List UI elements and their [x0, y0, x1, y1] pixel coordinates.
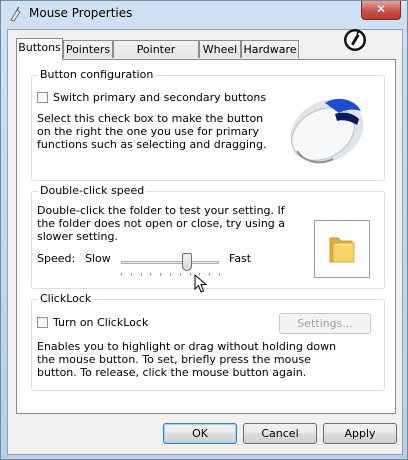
ok-button[interactable]: OK [163, 423, 237, 444]
clicklock-settings-button[interactable]: Settings... [279, 313, 371, 334]
slider-tick [170, 273, 171, 276]
double-click-description: Double-click the folder to test your set… [37, 204, 286, 243]
slow-label: Slow [85, 252, 111, 265]
button-config-description: Select this check box to make the button… [37, 112, 267, 151]
cancel-button[interactable]: Cancel [243, 423, 317, 444]
group-legend: ClickLock [38, 292, 94, 305]
slider-tick [160, 273, 162, 276]
slider-thumb[interactable] [181, 253, 192, 271]
mouse-badge-icon [344, 29, 366, 51]
tab-buttons[interactable]: Buttons [16, 38, 63, 60]
clicklock-description: Enables you to highlight or drag without… [37, 340, 337, 379]
test-folder-box[interactable] [314, 220, 370, 278]
switch-buttons-checkbox[interactable] [37, 92, 48, 103]
mouse-image-icon [290, 98, 364, 164]
close-icon: ✕ [375, 2, 387, 16]
slider-tick [209, 273, 211, 276]
slider-tick [189, 273, 191, 276]
clicklock-label[interactable]: Turn on ClickLock [53, 316, 148, 329]
mouse-properties-window: Mouse Properties ✕ Buttons Pointers Poin… [0, 0, 408, 460]
slider-tick [121, 273, 122, 276]
window-title: Mouse Properties [29, 6, 133, 20]
tab-wheel[interactable]: Wheel [199, 40, 241, 58]
slider-tick [219, 273, 220, 276]
clicklock-checkbox[interactable] [37, 317, 48, 328]
slider-tick [140, 273, 142, 276]
tab-pointers[interactable]: Pointers [63, 40, 113, 58]
close-button[interactable]: ✕ [361, 1, 401, 20]
group-legend: Double-click speed [38, 184, 147, 197]
slider-tick [150, 273, 152, 276]
mouse-pointer-icon [194, 274, 208, 293]
fast-label: Fast [229, 252, 252, 265]
title-bar[interactable]: Mouse Properties ✕ [1, 1, 407, 27]
tab-hardware[interactable]: Hardware [241, 40, 299, 58]
tab-pointer-options[interactable]: Pointer Options [113, 40, 199, 73]
apply-button[interactable]: Apply [323, 423, 397, 444]
switch-buttons-label[interactable]: Switch primary and secondary buttons [53, 91, 266, 104]
speed-label: Speed: [37, 252, 76, 265]
mouse-icon [10, 6, 21, 22]
group-legend: Button configuration [38, 68, 156, 81]
slider-tick [179, 273, 181, 276]
slider-tick [130, 273, 132, 276]
double-click-speed-slider[interactable] [121, 261, 219, 264]
folder-icon [329, 237, 355, 263]
